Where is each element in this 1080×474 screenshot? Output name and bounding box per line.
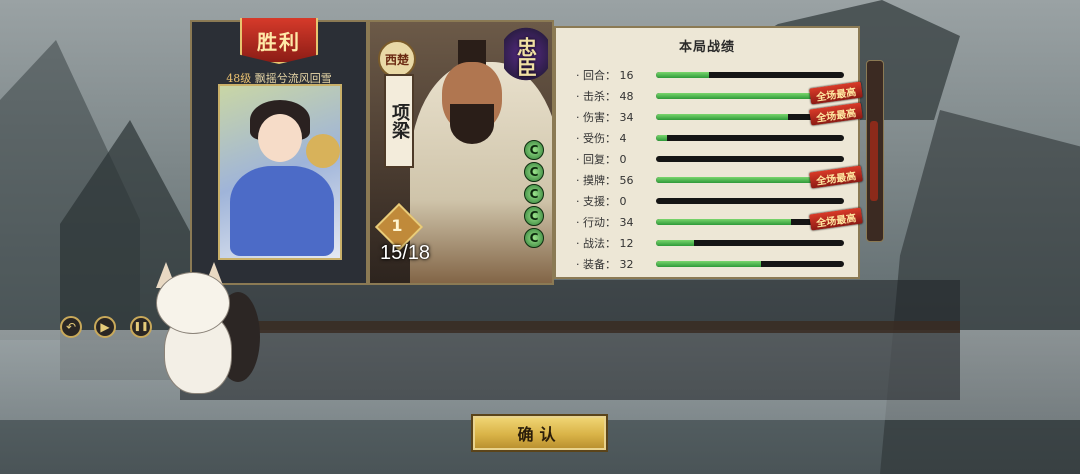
- seat-number: 1: [391, 215, 403, 235]
- hp-point-icon: C: [524, 162, 544, 182]
- stat-row: · 行动： 34 全场最高: [576, 207, 863, 231]
- stat-bar: [656, 261, 844, 267]
- confirm-button[interactable]: 确认: [471, 414, 608, 452]
- stat-bar: [656, 240, 844, 246]
- player-card: 胜利 48级 飘摇兮流风回雪: [190, 18, 368, 285]
- avatar-robe: [230, 166, 334, 256]
- stat-bar-fill: [656, 240, 694, 246]
- faction-badge: 西楚: [378, 40, 416, 78]
- cards-count: 15/18: [379, 242, 431, 264]
- stat-bar-fill: [656, 219, 792, 225]
- stat-row: · 装备： 32: [576, 257, 856, 271]
- stats-scrollbar[interactable]: [866, 60, 884, 242]
- stats-title: 本局战绩: [678, 40, 735, 55]
- stat-bar-fill: [656, 135, 668, 141]
- player-avatar[interactable]: [218, 84, 342, 260]
- hero-name: 项梁: [384, 74, 414, 168]
- avatar-face: [258, 114, 302, 162]
- stat-bar: [656, 198, 844, 204]
- stat-label: · 伤害： 34: [576, 111, 634, 124]
- pause-icon[interactable]: ❚❚: [130, 316, 152, 338]
- stat-bar-fill: [656, 177, 829, 183]
- best-in-match-badge: 全场最高: [809, 81, 863, 105]
- mascot-head: [156, 272, 230, 334]
- stat-row: · 伤害： 34 全场最高: [576, 102, 863, 126]
- stat-bar: [656, 72, 844, 78]
- stat-label: · 回合： 16: [576, 69, 634, 82]
- stat-label: · 战法： 12: [576, 237, 634, 250]
- result-panel: 胜利 48级 飘摇兮流风回雪 西楚 项梁 忠臣 CCCCC 1 15/18 本局…: [190, 18, 884, 285]
- stat-row: · 回合： 16: [576, 68, 856, 82]
- stat-row: · 支援： 0: [576, 194, 856, 208]
- stat-label: · 摸牌： 56: [576, 174, 634, 187]
- replay-backdrop: [180, 280, 960, 400]
- hp-point-icon: C: [524, 184, 544, 204]
- stat-label: · 装备： 32: [576, 258, 634, 271]
- hp-gauge: CCCCC: [524, 140, 544, 248]
- stat-label: · 回复： 0: [576, 153, 627, 166]
- hp-point-icon: C: [524, 228, 544, 248]
- scrollbar-thumb[interactable]: [870, 121, 878, 201]
- stat-row: · 击杀： 48 全场最高: [576, 81, 863, 105]
- hp-point-icon: C: [524, 140, 544, 160]
- stat-bar-fill: [656, 93, 831, 99]
- hp-point-icon: C: [524, 206, 544, 226]
- fox-mascot: [152, 262, 262, 402]
- back-icon[interactable]: ↶: [60, 316, 82, 338]
- hero-beard: [450, 104, 494, 144]
- stat-label: · 受伤： 4: [576, 132, 627, 145]
- best-in-match-badge: 全场最高: [809, 207, 863, 231]
- stats-panel: 本局战绩 · 回合： 16 · 击杀： 48 全场最高 · 伤害： 34 全场最高 · 受…: [554, 26, 863, 279]
- play-icon[interactable]: ▶: [94, 316, 116, 338]
- stat-bar-fill: [656, 114, 788, 120]
- hero-card[interactable]: 西楚 项梁 忠臣 CCCCC 1 15/18: [368, 20, 554, 285]
- role-label: 忠臣: [513, 37, 538, 77]
- stat-bar: [656, 135, 844, 141]
- stat-bar-fill: [656, 261, 762, 267]
- best-in-match-badge: 全场最高: [809, 165, 863, 189]
- stat-bar-fill: [656, 72, 709, 78]
- victory-banner: 胜利: [240, 18, 318, 64]
- avatar-fan: [306, 134, 340, 168]
- stat-bar: [656, 156, 844, 162]
- stat-label: · 行动： 34: [576, 216, 634, 229]
- replay-progress[interactable]: [180, 321, 960, 333]
- stat-label: · 支援： 0: [576, 195, 627, 208]
- stat-label: · 击杀： 48: [576, 90, 634, 103]
- stat-row: · 摸牌： 56 全场最高: [576, 165, 863, 189]
- best-in-match-badge: 全场最高: [809, 102, 863, 126]
- stat-row: · 受伤： 4: [576, 131, 856, 145]
- stat-row: · 战法： 12: [576, 236, 856, 250]
- stat-row: · 回复： 0: [576, 152, 856, 166]
